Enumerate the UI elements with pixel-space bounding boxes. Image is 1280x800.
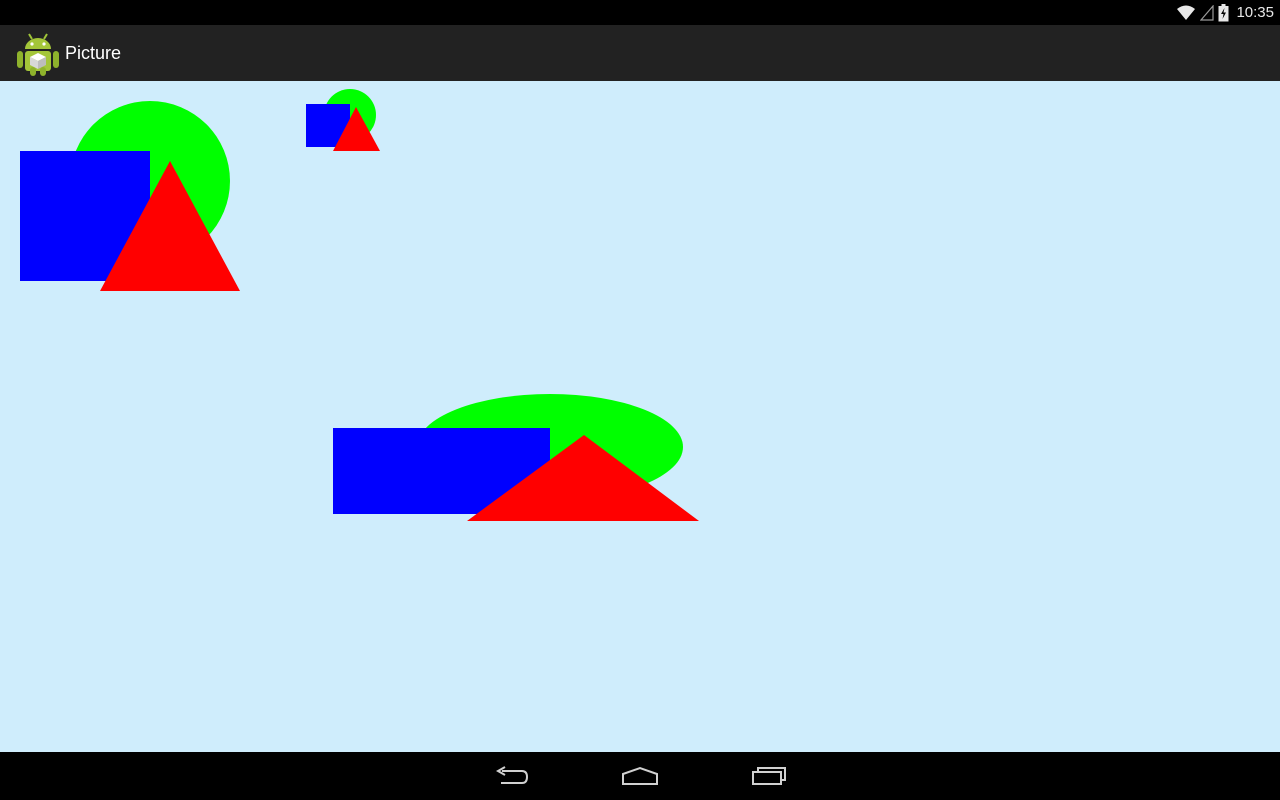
clock: 10:35 xyxy=(1236,4,1274,21)
back-icon xyxy=(495,766,529,784)
action-bar: Picture xyxy=(0,25,1280,82)
picture-svg xyxy=(20,89,699,521)
home-icon xyxy=(622,766,658,785)
navigation-bar xyxy=(0,752,1280,800)
home-button[interactable] xyxy=(600,752,680,800)
android-robot-icon[interactable] xyxy=(16,29,60,77)
battery-charging-icon xyxy=(1218,3,1229,21)
wifi-icon xyxy=(1177,5,1196,20)
recent-apps-icon xyxy=(752,767,786,785)
signal-icon xyxy=(1200,4,1215,21)
recent-apps-button[interactable] xyxy=(729,752,809,800)
app-title: Picture xyxy=(65,43,122,63)
back-button[interactable] xyxy=(472,752,552,800)
android-screen: 10:35 Picture xyxy=(0,0,1280,800)
status-icons: 10:35 xyxy=(1176,2,1274,23)
status-bar: 10:35 xyxy=(0,0,1280,25)
drawing-canvas[interactable] xyxy=(0,81,1280,752)
